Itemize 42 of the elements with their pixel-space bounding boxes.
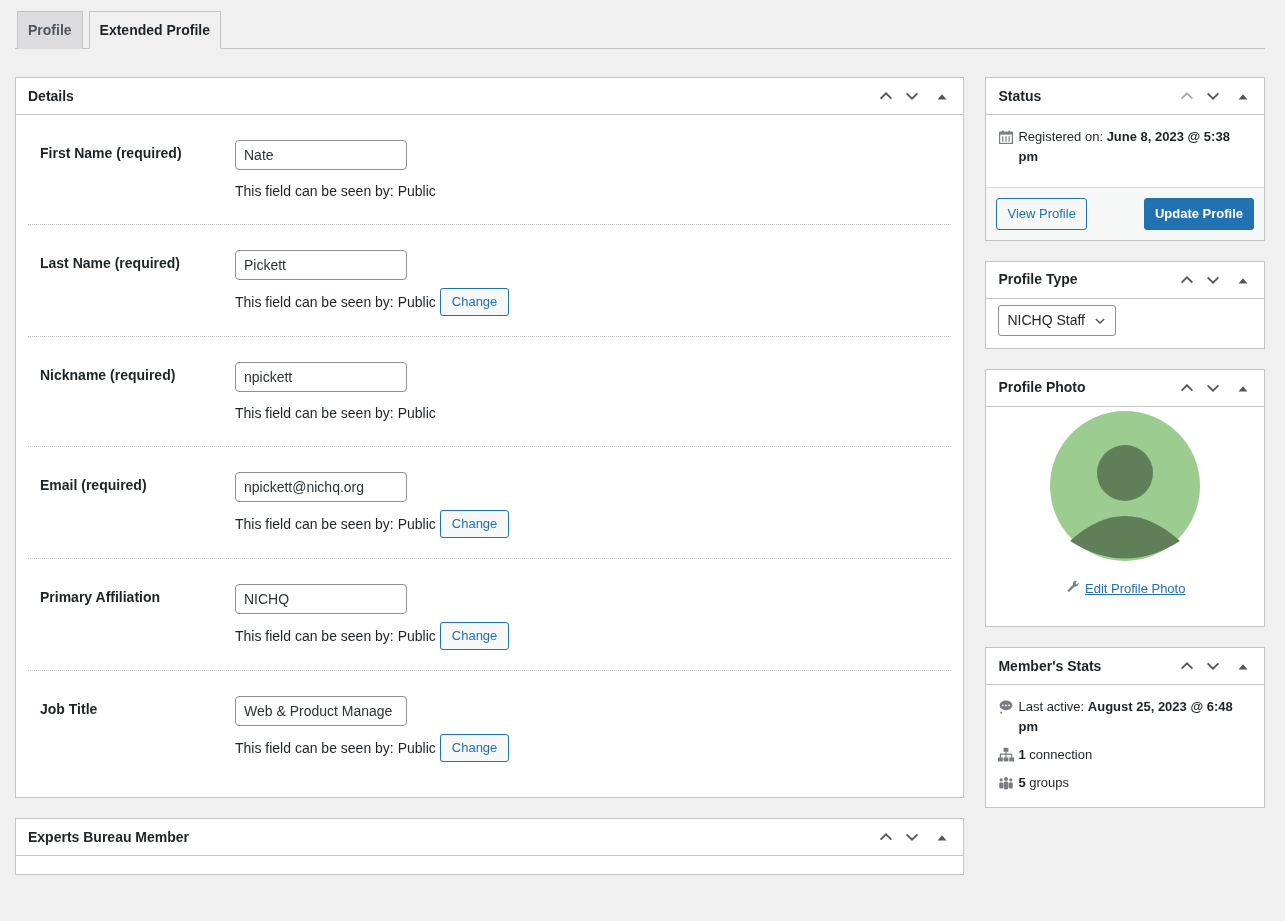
visibility-text: This field can be seen by: Public — [235, 292, 436, 312]
panel-title: Details — [28, 86, 75, 106]
text-field[interactable]: NICHQ — [235, 584, 407, 614]
tab[interactable]: Extended Profile — [88, 11, 222, 49]
view-profile-button[interactable]: View Profile — [996, 198, 1087, 230]
panel-title: Profile Type — [998, 270, 1079, 289]
visibility-text: This field can be seen by: Public — [235, 626, 436, 646]
text-field[interactable]: npickett — [235, 362, 407, 392]
edit-photo-link[interactable]: Edit Profile Photo — [1085, 578, 1186, 598]
text-field[interactable]: Nate — [235, 140, 407, 170]
sitemap-icon — [998, 747, 1015, 763]
field-label: First Name (required) — [40, 144, 183, 163]
field-label: Primary Affiliation — [40, 588, 162, 607]
stat-text: 1 connection — [1018, 746, 1093, 764]
panel-title: Experts Bureau Member — [28, 827, 191, 847]
panel-title: Profile Photo — [998, 378, 1087, 397]
stat-text: 5 groups — [1018, 774, 1070, 792]
change-button[interactable]: Change — [439, 510, 510, 538]
panel-title: Status — [998, 86, 1043, 106]
registered-text: Registered on: June 8, 2023 @ 5:38 pm — [1018, 128, 1231, 166]
field-label: Nickname (required) — [40, 366, 177, 385]
text-field[interactable]: Web & Product Manage — [235, 696, 407, 726]
select-field[interactable]: NICHQ Staff — [998, 304, 1116, 336]
text-field[interactable]: npickett@nichq.org — [235, 472, 407, 502]
speech-bubble-icon — [998, 699, 1015, 715]
visibility-text: This field can be seen by: Public — [235, 514, 436, 534]
change-button[interactable]: Change — [439, 622, 510, 650]
group-icon — [998, 775, 1015, 791]
change-button[interactable]: Change — [439, 288, 510, 316]
field-label: Last Name (required) — [40, 254, 182, 273]
visibility-text: This field can be seen by: Public — [235, 738, 436, 758]
tab[interactable]: Profile — [17, 11, 83, 49]
panel-title: Member's Stats — [998, 656, 1103, 676]
calendar-icon — [998, 129, 1015, 145]
stat-text: Last active: August 25, 2023 @ 6:48 pm — [1018, 698, 1234, 736]
update-profile-button[interactable]: Update Profile — [1143, 198, 1254, 230]
field-label: Email (required) — [40, 476, 148, 495]
visibility-text: This field can be seen by: Public — [235, 403, 436, 423]
visibility-text: This field can be seen by: Public — [235, 181, 436, 201]
text-field[interactable]: Pickett — [235, 250, 407, 280]
field-label: Job Title — [40, 700, 99, 719]
change-button[interactable]: Change — [439, 734, 510, 762]
